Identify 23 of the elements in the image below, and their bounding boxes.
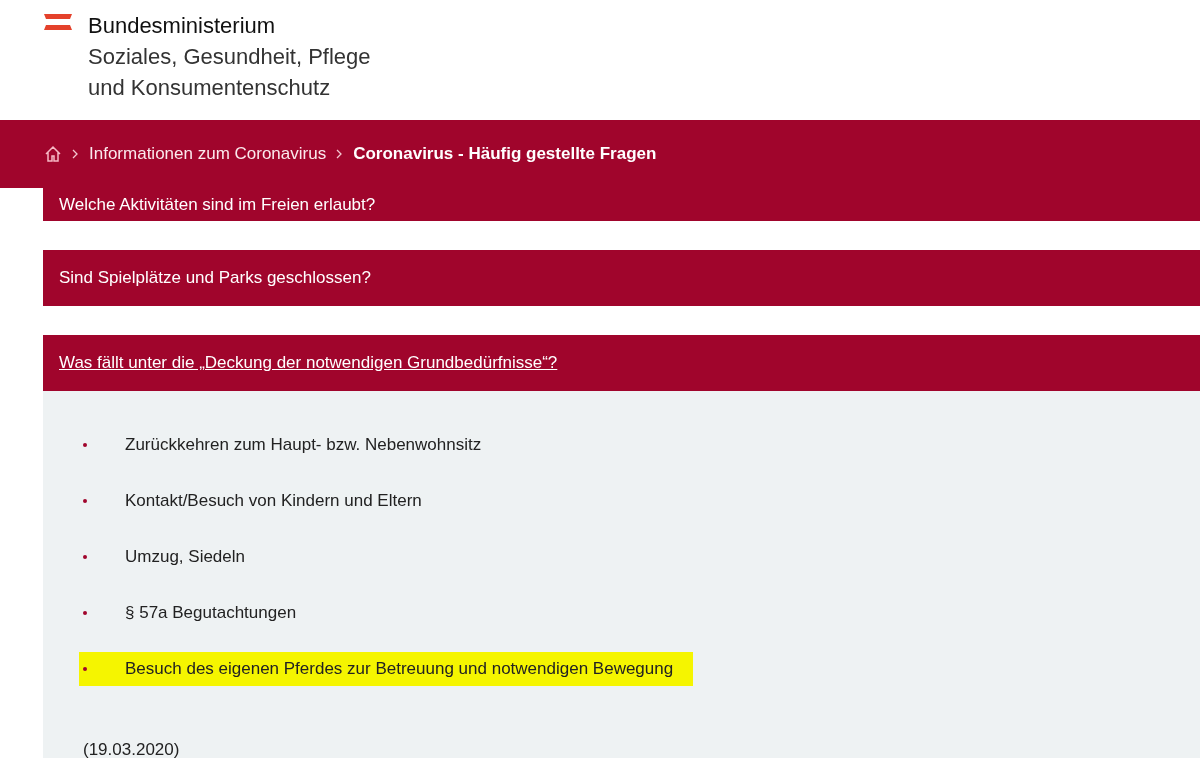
current-page-crumb[interactable]: Coronavirus - Häufig gestellte Fragen: [353, 141, 657, 167]
ministry-subtitle: Soziales, Gesundheit, Pflege: [88, 43, 371, 71]
bullet-icon: [83, 443, 87, 447]
faq-question[interactable]: Welche Aktivitäten sind im Freien erlaubt?: [43, 188, 1200, 221]
list-item-text: Kontakt/Besuch von Kindern und Eltern: [125, 490, 422, 513]
breadcrumb-link[interactable]: Informationen zum Coronavirus: [89, 141, 327, 167]
bullet-icon: [83, 611, 87, 615]
list-item-text: Umzug, Siedeln: [125, 546, 245, 569]
bullet-icon: [83, 667, 87, 671]
list-item-text: Zurückkehren zum Haupt- bzw. Nebenwohnsitz: [125, 434, 482, 457]
list-item-text: § 57a Begutachtungen: [125, 602, 297, 625]
list-item-text: Besuch des eigenen Pferdes zur Betreuung und notwendigen Bewegung: [125, 658, 674, 681]
chevron-icon: [72, 149, 79, 159]
flag-logo-icon: [44, 14, 72, 30]
bullet-icon: [83, 555, 87, 559]
faq-question[interactable]: Was fällt unter die „Deckung der notwendigen Grundbedürfnisse“?: [43, 335, 1200, 391]
faq-question[interactable]: Sind Spielplätze und Parks geschlossen?: [43, 250, 1200, 306]
ministry-title: Bundesministerium: [88, 12, 277, 40]
bullet-icon: [83, 499, 87, 503]
home-icon[interactable]: [44, 145, 62, 163]
update-date: (19.03.2020): [83, 739, 180, 758]
ministry-subtitle: und Konsumentenschutz: [88, 74, 332, 102]
chevron-icon: [336, 149, 344, 159]
